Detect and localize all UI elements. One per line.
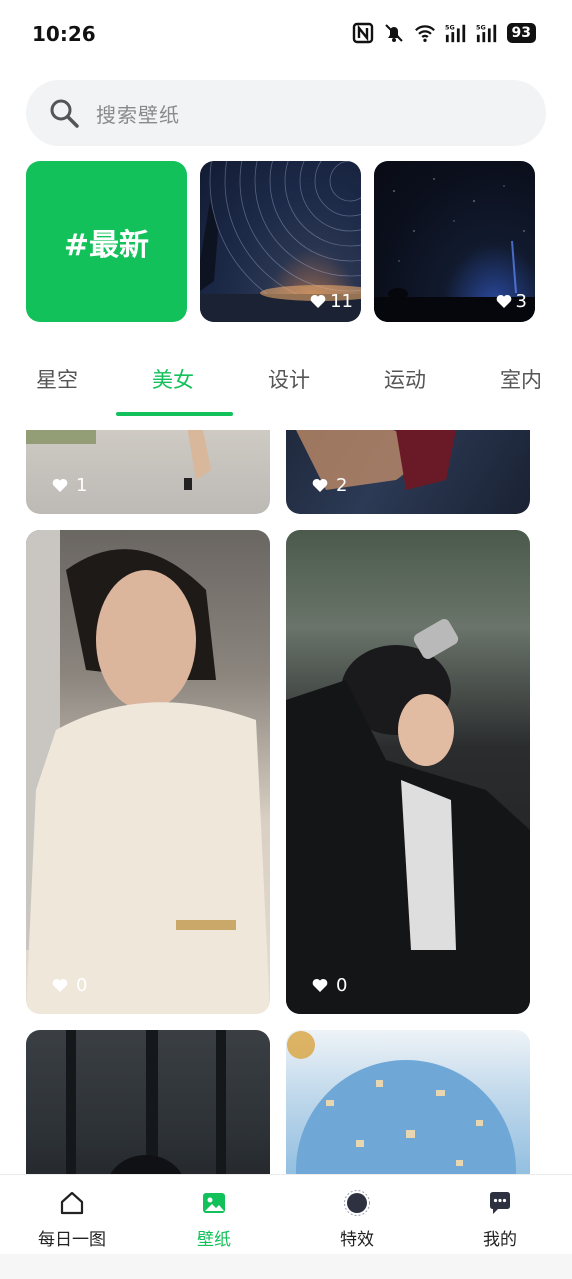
- category-tabs: 星空 美女 设计 运动 室内: [0, 350, 572, 416]
- svg-text:5G: 5G: [476, 23, 486, 31]
- svg-text:5G: 5G: [445, 23, 455, 31]
- tab-beauty[interactable]: 美女: [152, 364, 194, 394]
- wallpaper-tile[interactable]: 0: [286, 530, 530, 1014]
- home-icon: [60, 1191, 84, 1215]
- tab-design[interactable]: 设计: [268, 364, 310, 394]
- featured-card-night-sky[interactable]: 3: [374, 161, 535, 322]
- heart-icon: [52, 478, 68, 492]
- heart-icon: [312, 478, 328, 492]
- search-icon: [50, 99, 79, 128]
- signal-5g-icon: 5G: [476, 23, 496, 43]
- like-count: 1: [52, 475, 87, 496]
- wallpaper-image: [296, 430, 456, 490]
- like-count-value: 11: [330, 291, 353, 312]
- like-count-value: 2: [336, 475, 348, 496]
- wallpaper-image: [26, 430, 211, 490]
- nav-label: 特效: [340, 1230, 374, 1250]
- like-count-value: 1: [76, 475, 88, 496]
- wallpaper-grid: 1 2 0 0: [0, 430, 572, 1174]
- chat-icon: [490, 1192, 510, 1214]
- like-count: 3: [496, 291, 527, 312]
- wallpaper-tile[interactable]: 2: [286, 430, 530, 514]
- status-bar: 10:26 5G 5G 93: [0, 0, 572, 68]
- image-icon: [203, 1193, 225, 1213]
- signal-5g-icon: 5G: [445, 23, 465, 43]
- wallpaper-image: [66, 1030, 226, 1174]
- nav-daily-image[interactable]: 每日一图: [22, 1189, 122, 1250]
- featured-card-star-trails[interactable]: 11: [200, 161, 361, 322]
- wallpaper-tile[interactable]: [286, 1030, 530, 1174]
- tab-starry-sky[interactable]: 星空: [36, 364, 78, 394]
- like-count: 2: [312, 475, 347, 496]
- tab-indicator: [116, 412, 233, 416]
- like-count: 0: [52, 975, 87, 996]
- like-count-value: 0: [336, 975, 348, 996]
- wallpaper-tile[interactable]: 1: [26, 430, 270, 514]
- heart-icon: [52, 978, 68, 992]
- circle-icon: [344, 1190, 370, 1216]
- nav-effects[interactable]: 特效: [307, 1189, 407, 1250]
- like-count: 0: [312, 975, 347, 996]
- nav-label: 壁纸: [197, 1230, 231, 1250]
- latest-button[interactable]: #最新: [26, 161, 187, 322]
- wallpaper-image: [287, 1031, 516, 1174]
- like-count-value: 3: [515, 291, 527, 312]
- wallpaper-tile[interactable]: [26, 1030, 270, 1174]
- wifi-icon: [414, 25, 435, 42]
- wallpaper-tile[interactable]: 0: [26, 530, 270, 1014]
- wallpaper-image: [26, 530, 270, 1014]
- heart-icon: [310, 294, 326, 308]
- battery-indicator: 93: [506, 23, 536, 43]
- heart-icon: [312, 978, 328, 992]
- search-placeholder: 搜索壁纸: [96, 102, 180, 127]
- tab-sports[interactable]: 运动: [384, 364, 426, 394]
- like-count-value: 0: [76, 975, 88, 996]
- featured-row: #最新 11 3: [26, 161, 546, 323]
- nav-label: 我的: [483, 1230, 517, 1250]
- heart-icon: [496, 294, 511, 308]
- bottom-nav: 每日一图 壁纸 特效 我的: [0, 1174, 572, 1254]
- like-count: 11: [310, 291, 353, 312]
- tab-interior[interactable]: 室内: [500, 364, 542, 394]
- nav-wallpaper[interactable]: 壁纸: [164, 1189, 264, 1250]
- status-time: 10:26: [32, 22, 96, 46]
- nfc-icon: [352, 22, 373, 44]
- mute-icon: [384, 24, 403, 42]
- wallpaper-image: [286, 619, 530, 1014]
- nav-label: 每日一图: [38, 1230, 106, 1250]
- status-icons: 5G 5G 93: [352, 22, 536, 44]
- system-nav-area: [0, 1254, 572, 1279]
- nav-profile[interactable]: 我的: [450, 1189, 550, 1250]
- search-input[interactable]: 搜索壁纸: [26, 80, 546, 146]
